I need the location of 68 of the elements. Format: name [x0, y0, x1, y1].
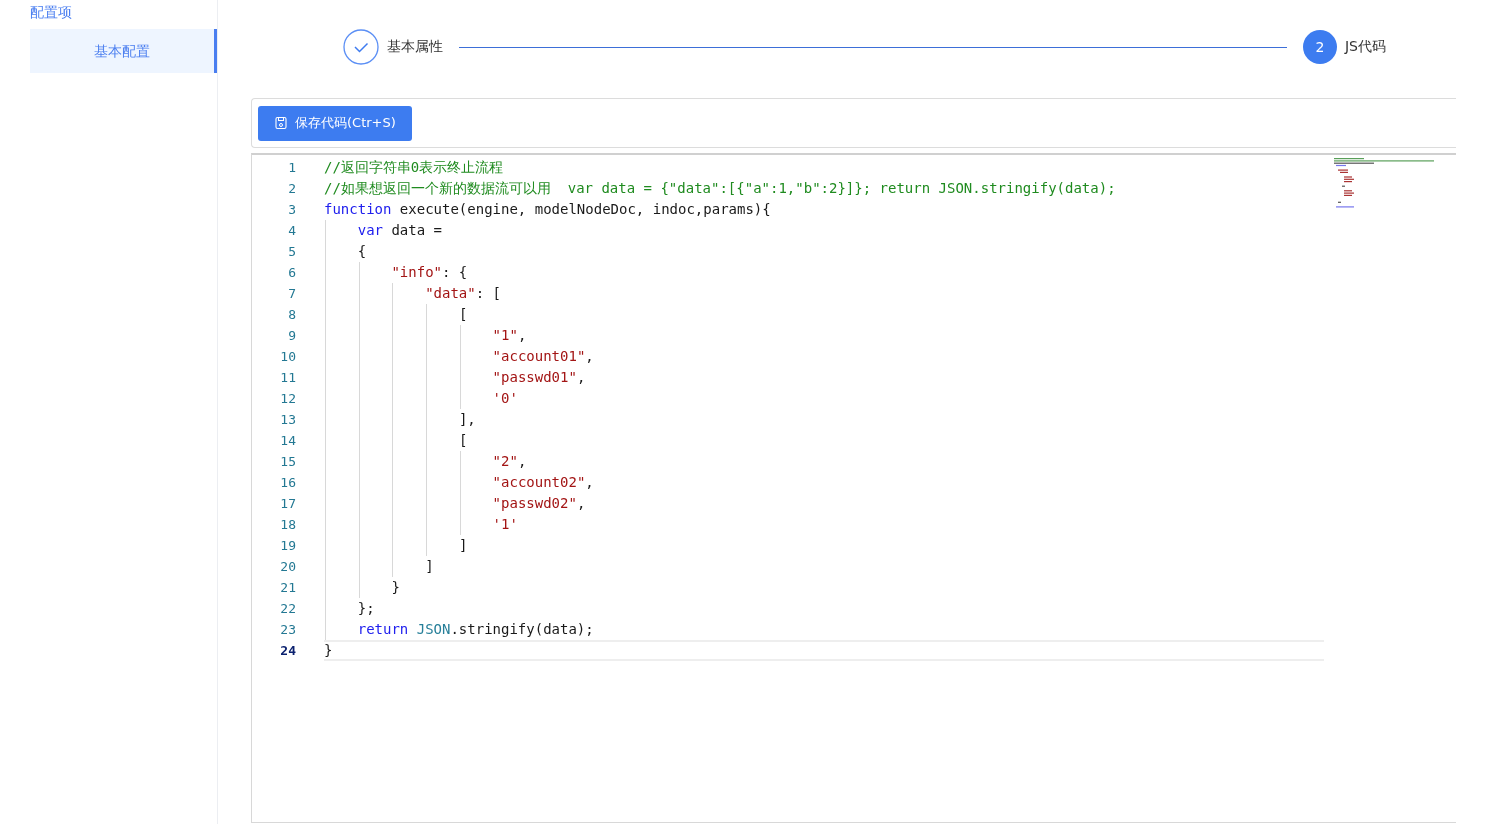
code-string: "2": [492, 453, 518, 469]
line-number: 24: [279, 643, 296, 658]
line-number: 10: [279, 349, 296, 364]
code-text: ,: [517, 327, 527, 343]
line-number: 9: [287, 328, 296, 343]
step-label: JS代码: [1345, 38, 1386, 56]
line-number: 13: [279, 412, 296, 427]
line-number: 20: [279, 559, 296, 574]
code-text: ,: [576, 369, 586, 385]
line-number: 17: [279, 496, 296, 511]
save-button[interactable]: 保存代码(Ctr+S): [258, 105, 412, 141]
code-text: }: [391, 579, 400, 595]
code-string: '0': [492, 390, 518, 406]
code-text: ,: [517, 453, 527, 469]
step-label: 基本属性: [387, 38, 443, 56]
line-number: 1: [287, 160, 296, 175]
code-text: };: [357, 600, 375, 616]
line-number: 16: [279, 475, 296, 490]
code-string: '1': [492, 516, 518, 532]
code-text: }: [324, 642, 333, 658]
code-text: {: [357, 243, 367, 259]
line-number: 19: [279, 538, 296, 553]
sidebar-title: 配置项: [30, 4, 73, 22]
code-comment: //返回字符串0表示终止流程: [324, 159, 504, 175]
code-text: [: [458, 306, 468, 322]
line-number: 8: [287, 307, 296, 322]
line-number: 14: [279, 433, 296, 448]
save-icon: [274, 116, 288, 130]
line-number: 22: [279, 601, 296, 616]
code-text: : [: [475, 285, 502, 301]
line-number: 11: [279, 370, 296, 385]
code-string: "info": [391, 264, 442, 280]
line-number: 2: [287, 181, 296, 196]
line-number: 15: [279, 454, 296, 469]
code-editor[interactable]: [251, 153, 1456, 823]
line-number: 3: [287, 202, 296, 217]
code-text: ]: [425, 558, 434, 574]
code-string: "passwd01": [492, 369, 577, 385]
code-string: "1": [492, 327, 518, 343]
line-number: 5: [287, 244, 296, 259]
code-text: ,: [585, 474, 594, 490]
code-string: "passwd02": [492, 495, 577, 511]
line-number: 21: [279, 580, 296, 595]
line-number: 4: [287, 223, 296, 238]
code-text: [: [458, 432, 468, 448]
code-text: ],: [458, 411, 476, 427]
code-string: "account02": [492, 474, 586, 490]
code-text: ,: [576, 495, 586, 511]
code-text: ,: [585, 348, 594, 364]
step-number: 2: [1303, 30, 1337, 64]
code-text: ]: [458, 537, 468, 553]
code-text: data =: [390, 222, 443, 238]
code-string: "data": [425, 285, 476, 301]
code-text: : {: [442, 264, 468, 280]
line-number: 12: [279, 391, 296, 406]
code-builtin: JSON: [416, 621, 451, 637]
sidebar-item[interactable]: 基本配置: [30, 29, 217, 73]
code-text: .stringify(data);: [450, 621, 594, 637]
code-keyword: function: [324, 201, 392, 217]
code-text: execute(engine, modelNodeDoc, indoc,params){: [398, 201, 771, 217]
line-number: 23: [279, 622, 296, 637]
code-keyword: var: [357, 222, 383, 238]
line-number: 7: [287, 286, 296, 301]
line-number: 18: [279, 517, 296, 532]
line-number: 6: [287, 265, 296, 280]
code-keyword: return: [357, 621, 409, 637]
code-string: "account01": [492, 348, 586, 364]
code-comment: //如果想返回一个新的数据流可以用 var data = {"data":[{"a":1,"b":2}]}; return JSON.stringify(data);: [324, 180, 1116, 196]
